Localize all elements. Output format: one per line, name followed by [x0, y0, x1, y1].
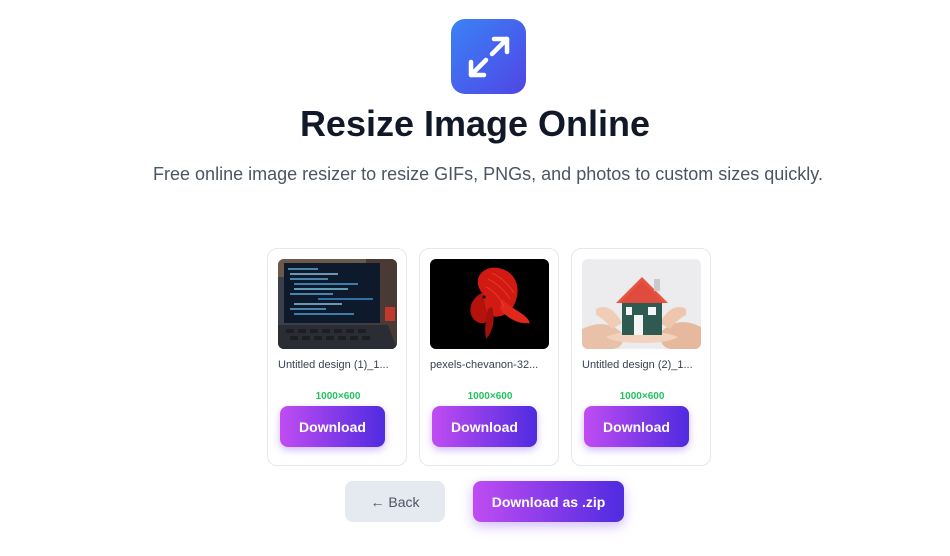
page-title: Resize Image Online: [299, 103, 651, 144]
result-card: pexels-chevanon-32... 1000×600 Download: [419, 248, 559, 466]
result-card: Untitled design (2)_1... 1000×600 Downlo…: [571, 248, 711, 466]
red-betta-fish-photo: [430, 259, 549, 349]
image-dimensions: 1000×600: [467, 391, 513, 402]
image-dimensions: 1000×600: [619, 391, 665, 402]
download-button[interactable]: Download: [280, 406, 385, 447]
download-button[interactable]: Download: [432, 406, 537, 447]
hands-holding-house-photo: [582, 259, 701, 349]
file-name: Untitled design (2)_1...: [582, 359, 693, 371]
page-subtitle: Free online image resizer to resize GIFs…: [153, 164, 823, 184]
image-dimensions: 1000×600: [315, 391, 361, 402]
resize-arrows-icon: [468, 36, 509, 77]
app-logo: [451, 19, 526, 94]
laptop-code-photo: [278, 259, 397, 349]
download-button[interactable]: Download: [584, 406, 689, 447]
result-card: Untitled design (1)_1... 1000×600 Downlo…: [267, 248, 407, 466]
results-grid: Untitled design (1)_1... 1000×600 Downlo…: [267, 248, 711, 466]
file-name: Untitled design (1)_1...: [278, 359, 389, 371]
back-button[interactable]: ← Back: [345, 481, 445, 522]
file-name: pexels-chevanon-32...: [430, 359, 539, 371]
download-zip-button[interactable]: Download as .zip: [473, 481, 624, 522]
page: Resize Image Online Free online image re…: [0, 0, 950, 556]
